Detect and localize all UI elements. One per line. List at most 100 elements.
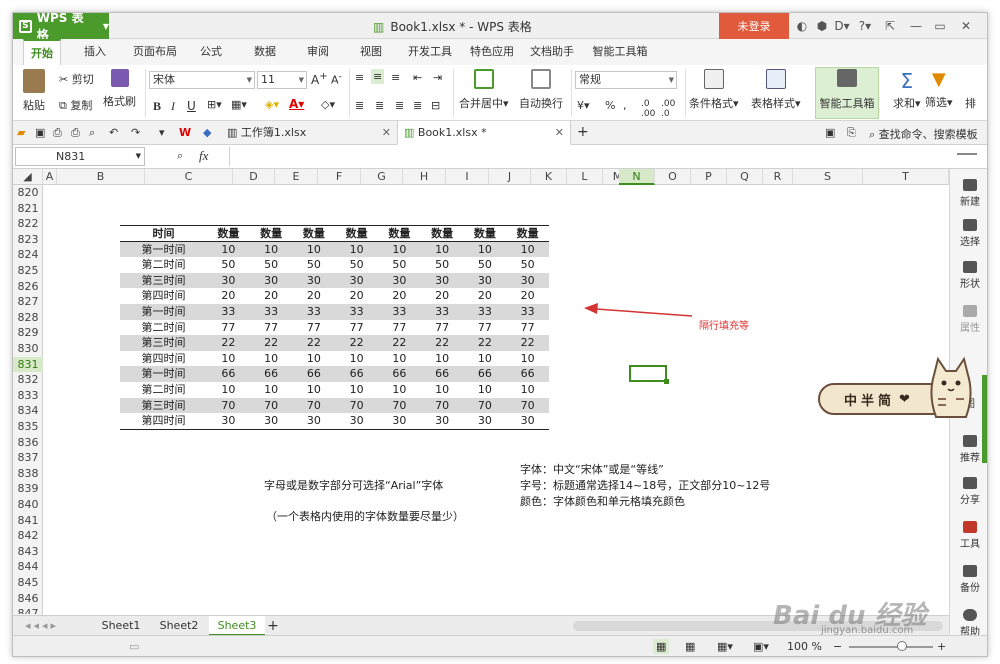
table-cell[interactable]: 22 — [506, 335, 549, 351]
table-header-cell[interactable]: 数量 — [464, 226, 507, 242]
table-cell[interactable]: 10 — [421, 351, 464, 367]
table-cell[interactable]: 10 — [250, 351, 293, 367]
normal-view-icon[interactable]: ▦ — [653, 639, 670, 654]
reading-view-icon[interactable]: ▣▾ — [753, 640, 769, 653]
row-header[interactable]: 828 — [13, 310, 43, 326]
table-cell[interactable]: 30 — [250, 273, 293, 289]
tab-view[interactable]: 视图 — [353, 39, 389, 65]
print-preview-icon[interactable]: ⌕ — [89, 126, 95, 140]
justify-button[interactable]: ≣ — [413, 99, 422, 112]
currency-button[interactable]: ¥▾ — [577, 99, 590, 112]
login-button[interactable]: 未登录 — [719, 13, 789, 39]
maximize-icon[interactable]: ▭ — [931, 17, 949, 35]
table-cell[interactable]: 30 — [378, 273, 421, 289]
table-cell[interactable]: 77 — [464, 320, 507, 336]
table-cell[interactable]: 22 — [250, 335, 293, 351]
underline-button[interactable]: U — [187, 99, 196, 113]
indent-increase-button[interactable]: ⇥ — [433, 71, 442, 84]
table-cell[interactable]: 30 — [250, 413, 293, 429]
row-header[interactable]: 841 — [13, 513, 43, 529]
table-cell[interactable]: 30 — [293, 273, 336, 289]
close-tab-icon[interactable]: ✕ — [382, 121, 391, 145]
fx-button[interactable]: fx — [199, 148, 208, 164]
table-cell[interactable]: 10 — [207, 242, 250, 258]
table-cell[interactable]: 66 — [421, 366, 464, 382]
table-cell[interactable]: 20 — [207, 288, 250, 304]
row-header[interactable]: 824 — [13, 247, 43, 263]
table-header-cell[interactable]: 数量 — [506, 226, 549, 242]
minimize-ribbon-icon[interactable]: ⇱ — [881, 17, 899, 35]
row-header[interactable]: 838 — [13, 466, 43, 482]
table-cell[interactable]: 30 — [464, 413, 507, 429]
col-header-r[interactable]: R — [763, 169, 793, 185]
table-cell[interactable]: 30 — [207, 413, 250, 429]
open-folder-icon[interactable]: ▰ — [17, 126, 25, 139]
table-header-cell[interactable]: 数量 — [250, 226, 293, 242]
col-header-d[interactable]: D — [233, 169, 275, 185]
pane-share[interactable]: 分享 — [950, 477, 987, 506]
copy-button[interactable]: ⧉ 复制 — [59, 97, 92, 113]
row-header[interactable]: 832 — [13, 372, 43, 388]
tab-developer[interactable]: 开发工具 — [403, 39, 457, 65]
table-cell[interactable]: 10 — [335, 382, 378, 398]
table-cell[interactable]: 30 — [464, 273, 507, 289]
table-cell[interactable]: 20 — [378, 288, 421, 304]
collapse-formula-icon[interactable] — [957, 153, 977, 155]
table-cell[interactable]: 33 — [207, 304, 250, 320]
feedback-icon[interactable]: D▾ — [833, 17, 851, 35]
row-header[interactable]: 847 — [13, 606, 43, 614]
filter-button[interactable]: ▼ 筛选▾ — [925, 69, 953, 110]
table-cell[interactable]: 77 — [293, 320, 336, 336]
table-cell[interactable]: 77 — [421, 320, 464, 336]
table-cell[interactable]: 66 — [250, 366, 293, 382]
row-header[interactable]: 833 — [13, 388, 43, 404]
table-cell[interactable]: 50 — [335, 257, 378, 273]
wps-home-icon[interactable]: W — [179, 126, 191, 139]
table-cell[interactable]: 22 — [378, 335, 421, 351]
align-middle-button[interactable]: ≡ — [371, 69, 385, 84]
table-row-label[interactable]: 第三时间 — [120, 335, 207, 351]
table-cell[interactable]: 30 — [293, 413, 336, 429]
col-header-c[interactable]: C — [145, 169, 233, 185]
indent-decrease-button[interactable]: ⇤ — [413, 71, 422, 84]
row-header[interactable]: 822 — [13, 216, 43, 232]
table-cell[interactable]: 33 — [335, 304, 378, 320]
new-tab-button[interactable]: + — [577, 124, 589, 140]
grow-font-button[interactable]: A+ — [311, 71, 328, 87]
col-header-k[interactable]: K — [531, 169, 567, 185]
page-layout-view-icon[interactable]: ▦ — [685, 640, 695, 653]
table-row-label[interactable]: 第二时间 — [120, 257, 207, 273]
table-cell[interactable]: 22 — [464, 335, 507, 351]
table-cell[interactable]: 10 — [293, 351, 336, 367]
sheet-grid[interactable]: 时间 数量 数量 数量 数量 数量 数量 数量 数量 第一时间 10 10 10 10 1… — [44, 185, 949, 615]
sheet-tab-2[interactable]: Sheet2 — [151, 616, 207, 636]
zoom-slider-thumb[interactable] — [897, 641, 907, 651]
table-cell[interactable]: 66 — [335, 366, 378, 382]
minimize-icon[interactable]: — — [907, 17, 925, 35]
table-cell[interactable]: 20 — [464, 288, 507, 304]
search-command[interactable]: ⌕ 查找命令、搜索模板 — [869, 126, 978, 142]
table-cell[interactable]: 10 — [378, 242, 421, 258]
pane-properties[interactable]: 属性 — [950, 305, 987, 334]
row-header[interactable]: 845 — [13, 575, 43, 591]
table-row-label[interactable]: 第四时间 — [120, 288, 207, 304]
table-cell[interactable]: 33 — [293, 304, 336, 320]
italic-button[interactable]: I — [171, 99, 175, 114]
shrink-font-button[interactable]: A- — [331, 71, 342, 87]
font-size-select[interactable]: 11 ▼ — [257, 71, 307, 89]
tab-home[interactable]: 开始 — [23, 39, 61, 65]
table-cell[interactable]: 70 — [464, 398, 507, 414]
align-right-button[interactable]: ≣ — [395, 99, 404, 112]
share-icon[interactable]: ⎘ — [847, 126, 856, 140]
table-cell[interactable]: 66 — [464, 366, 507, 382]
pane-new[interactable]: 新建 — [950, 179, 987, 208]
table-cell[interactable]: 50 — [421, 257, 464, 273]
table-cell[interactable]: 10 — [335, 351, 378, 367]
col-header-n[interactable]: N — [619, 169, 655, 185]
fill-color-button[interactable]: ◈▾ — [265, 98, 279, 111]
tab-formula[interactable]: 公式 — [193, 39, 229, 65]
table-cell[interactable]: 66 — [378, 366, 421, 382]
table-header-cell[interactable]: 时间 — [120, 226, 207, 242]
table-cell[interactable]: 33 — [421, 304, 464, 320]
row-header[interactable]: 844 — [13, 559, 43, 575]
